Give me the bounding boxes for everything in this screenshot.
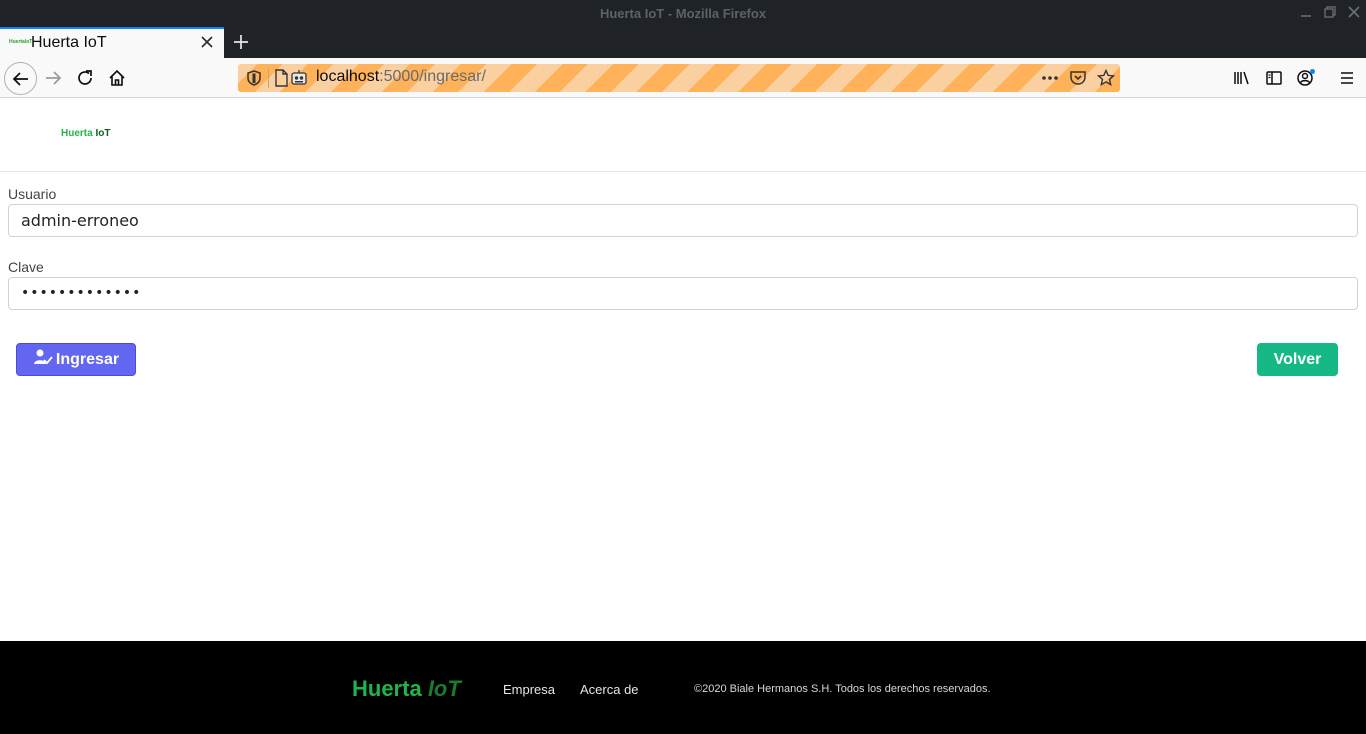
forward-icon[interactable] xyxy=(39,64,67,92)
window-close-icon[interactable] xyxy=(1345,4,1363,22)
ingresar-label: Ingresar xyxy=(55,350,120,368)
remote-control-robot-icon[interactable] xyxy=(290,69,308,87)
sidebar-toggle-icon[interactable] xyxy=(1260,64,1288,92)
tab-close-icon[interactable] xyxy=(198,33,216,51)
home-icon[interactable] xyxy=(103,64,131,92)
ingresar-button[interactable]: Ingresar xyxy=(16,343,136,376)
favicon-icon: HuertaIoT xyxy=(9,39,33,45)
usuario-label: Usuario xyxy=(8,186,57,202)
clave-input[interactable]: ••••••••••••• xyxy=(8,277,1358,310)
footer-link-acerca-de[interactable]: Acerca de xyxy=(580,682,639,697)
logo-part-iot: IoT xyxy=(95,128,111,139)
reload-icon[interactable] xyxy=(71,64,99,92)
volver-button[interactable]: Volver xyxy=(1257,343,1338,376)
back-icon[interactable] xyxy=(4,62,37,95)
logo-part-huerta: Huerta xyxy=(61,128,93,139)
user-check-icon xyxy=(33,348,53,371)
new-tab-icon[interactable] xyxy=(230,31,252,53)
tab-huerta-iot[interactable]: HuertaIoT Huerta IoT xyxy=(0,27,224,58)
window-titlebar: Huerta IoT - Mozilla Firefox xyxy=(0,0,1366,27)
tracking-protection-shield-icon[interactable] xyxy=(244,68,264,88)
page-info-icon[interactable] xyxy=(274,69,288,87)
site-footer: Huerta IoT Empresa Acerca de ©2020 Biale… xyxy=(0,641,1366,734)
account-icon[interactable] xyxy=(1292,64,1320,92)
url-text[interactable]: localhost:5000/ingresar/ xyxy=(316,68,486,86)
window-title: Huerta IoT - Mozilla Firefox xyxy=(599,6,767,21)
url-path: :5000/ingresar/ xyxy=(379,68,486,85)
footer-logo-part-iot: IoT xyxy=(427,676,461,701)
page-actions-icon[interactable] xyxy=(1040,68,1060,88)
bookmark-star-icon[interactable] xyxy=(1096,68,1116,88)
url-host: localhost xyxy=(316,68,380,85)
pocket-icon[interactable] xyxy=(1068,68,1088,88)
maximize-icon[interactable] xyxy=(1321,4,1339,22)
url-separator xyxy=(268,68,269,88)
library-icon[interactable] xyxy=(1228,64,1256,92)
footer-link-empresa[interactable]: Empresa xyxy=(503,682,555,697)
clave-label: Clave xyxy=(8,259,44,275)
site-header: Huerta IoT xyxy=(0,98,1366,172)
hamburger-menu-icon[interactable] xyxy=(1333,64,1361,92)
footer-copyright: ©2020 Biale Hermanos S.H. Todos los dere… xyxy=(694,683,991,695)
navigation-toolbar: localhost:5000/ingresar/ xyxy=(0,58,1366,98)
minimize-icon[interactable] xyxy=(1297,4,1315,22)
page-content: Huerta IoT Usuario admin-erroneo Clave •… xyxy=(0,98,1366,641)
usuario-input[interactable]: admin-erroneo xyxy=(8,204,1358,237)
url-bar[interactable]: localhost:5000/ingresar/ xyxy=(238,64,1120,92)
footer-logo-part-huerta: Huerta xyxy=(352,676,422,701)
tab-strip: HuertaIoT Huerta IoT xyxy=(0,27,1366,58)
site-logo[interactable]: Huerta IoT xyxy=(61,128,110,139)
footer-logo[interactable]: Huerta IoT xyxy=(352,676,461,702)
tab-label: Huerta IoT xyxy=(31,34,107,51)
